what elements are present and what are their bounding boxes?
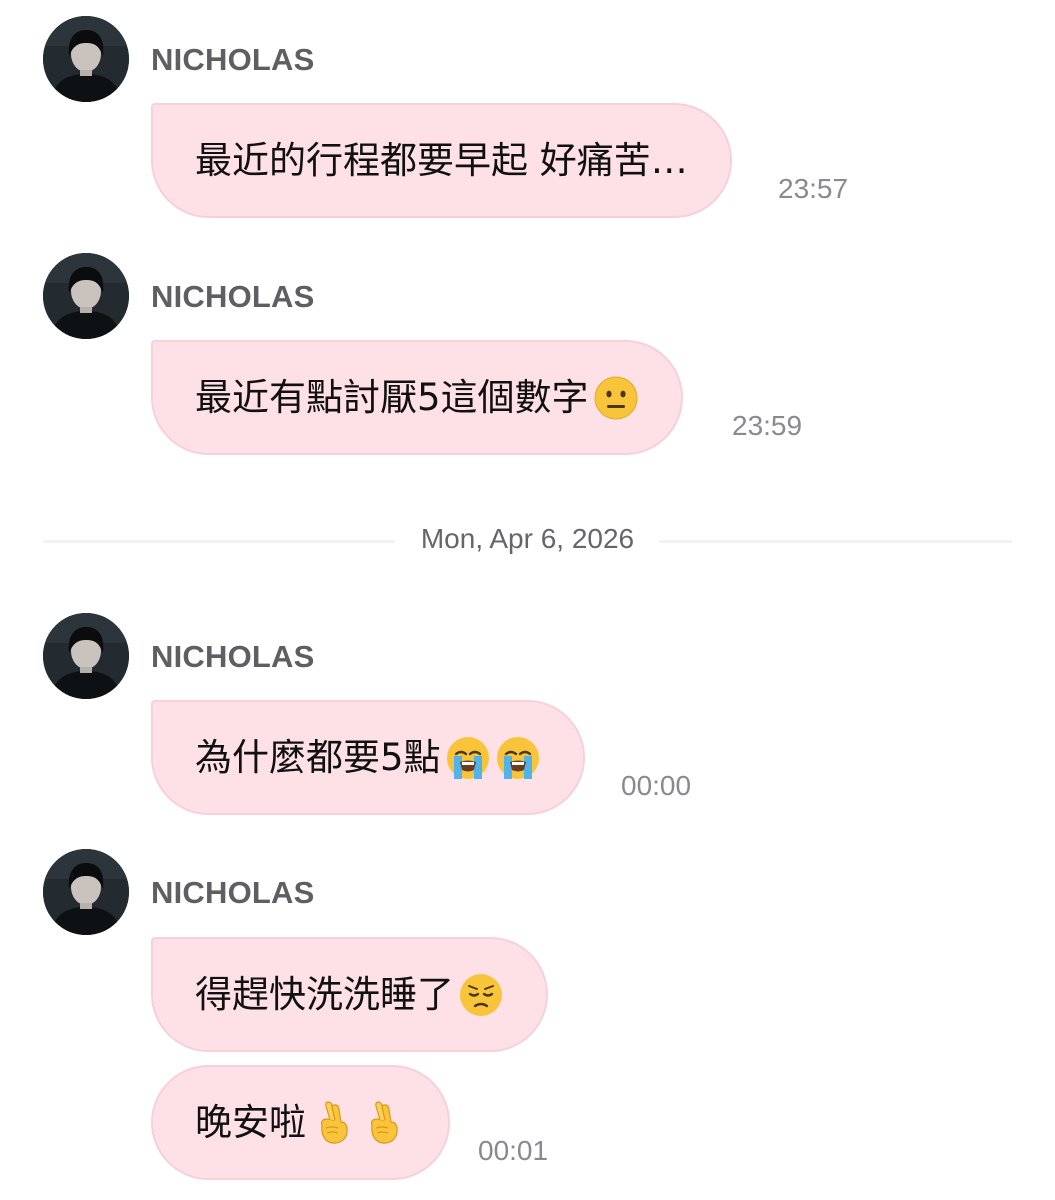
chat-thread: NICHOLAS 最近的行程都要早起 好痛苦… 23:57 NICHOLAS 最… bbox=[0, 0, 1055, 1200]
message-bubble[interactable]: 最近有點討厭5這個數字 bbox=[151, 340, 683, 455]
message-timestamp: 23:57 bbox=[778, 173, 849, 204]
avatar[interactable] bbox=[43, 16, 129, 102]
crossed-fingers-icon bbox=[360, 1100, 406, 1146]
avatar[interactable] bbox=[43, 849, 129, 935]
message-text: 晚安啦 bbox=[195, 1101, 306, 1144]
message-text: 最近有點討厭5這個數字 bbox=[195, 376, 589, 419]
message-bubble[interactable]: 最近的行程都要早起 好痛苦… bbox=[151, 103, 732, 218]
sender-name: NICHOLAS bbox=[151, 42, 315, 77]
loudly-crying-face-icon bbox=[495, 735, 541, 781]
crossed-fingers-icon bbox=[310, 1100, 356, 1146]
avatar[interactable] bbox=[43, 613, 129, 699]
message-timestamp: 00:01 bbox=[478, 1135, 549, 1166]
date-divider: Mon, Apr 6, 2026 bbox=[43, 518, 1012, 564]
date-divider-label: Mon, Apr 6, 2026 bbox=[420, 523, 635, 554]
message-timestamp: 00:00 bbox=[621, 770, 692, 801]
sender-name: NICHOLAS bbox=[151, 639, 315, 674]
message-bubble[interactable]: 得趕快洗洗睡了 bbox=[151, 937, 548, 1052]
pensive-face-icon bbox=[458, 972, 504, 1018]
sender-name: NICHOLAS bbox=[151, 875, 315, 910]
message-timestamp: 23:59 bbox=[732, 410, 803, 441]
message-bubble[interactable]: 為什麼都要5點 bbox=[151, 700, 585, 815]
message-bubble[interactable]: 晚安啦 bbox=[151, 1065, 450, 1180]
neutral-face-icon bbox=[593, 375, 639, 421]
message-text: 最近的行程都要早起 好痛苦… bbox=[195, 139, 688, 182]
loudly-crying-face-icon bbox=[445, 735, 491, 781]
message-text: 為什麼都要5點 bbox=[195, 736, 441, 779]
message-text: 得趕快洗洗睡了 bbox=[195, 973, 454, 1016]
avatar[interactable] bbox=[43, 253, 129, 339]
sender-name: NICHOLAS bbox=[151, 279, 315, 314]
divider-line-right bbox=[659, 540, 1012, 543]
